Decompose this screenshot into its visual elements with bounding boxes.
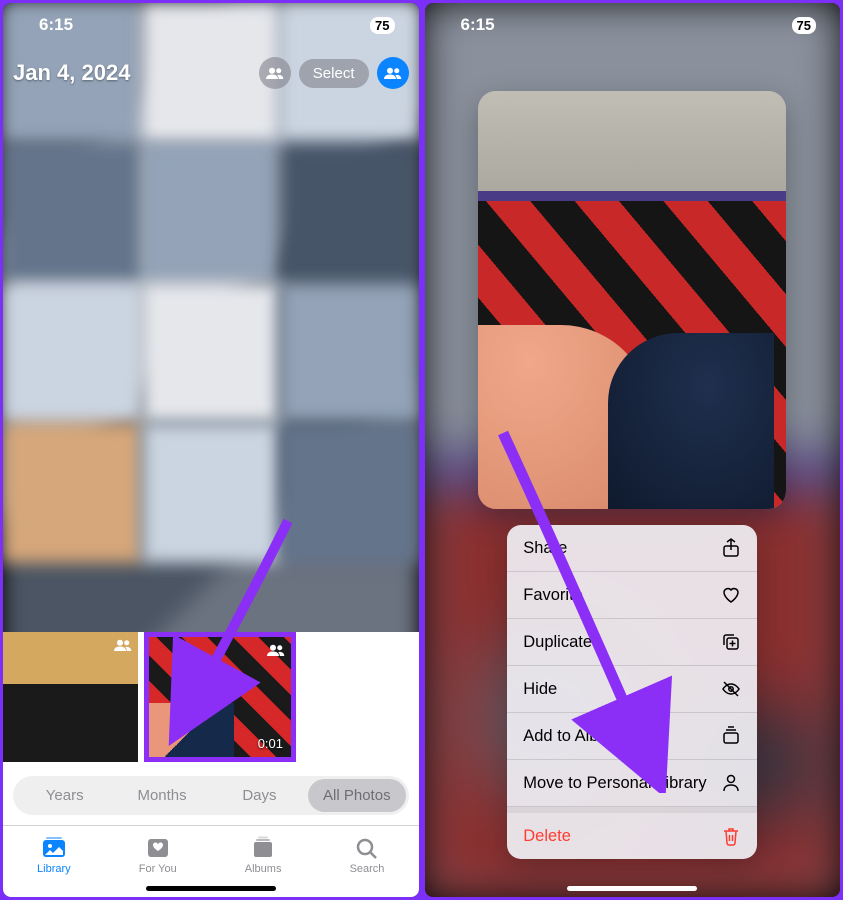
status-time: 6:15 <box>461 15 495 35</box>
context-menu: Share Favorite Duplicate Hide Add to Alb… <box>507 525 757 859</box>
status-bar: 6:15 75 <box>3 3 419 47</box>
thumbnail-video-highlighted[interactable]: 0:01 <box>144 632 296 762</box>
tab-foryou-label: For You <box>139 863 177 875</box>
menu-move-personal-library[interactable]: Move to Personal Library <box>507 760 757 807</box>
shared-icon <box>267 643 285 661</box>
shared-library-button[interactable] <box>377 57 409 89</box>
menu-delete-label: Delete <box>523 827 571 846</box>
menu-duplicate[interactable]: Duplicate <box>507 619 757 666</box>
tab-albums[interactable]: Albums <box>245 836 282 875</box>
menu-delete[interactable]: Delete <box>507 807 757 859</box>
menu-duplicate-label: Duplicate <box>523 633 592 652</box>
home-indicator[interactable] <box>146 886 276 891</box>
tab-bar: Library For You Albums Search <box>3 825 419 877</box>
menu-share-label: Share <box>523 539 567 558</box>
person-icon <box>721 773 741 793</box>
menu-add-album-label: Add to Album <box>523 727 621 746</box>
seg-months[interactable]: Months <box>113 779 210 812</box>
thumbnail-strip: 0:01 <box>3 632 419 762</box>
thumbnail-car[interactable] <box>3 632 138 762</box>
seg-days[interactable]: Days <box>211 779 308 812</box>
library-bottom: 0:01 Years Months Days All Photos Librar… <box>3 632 419 897</box>
menu-favorite[interactable]: Favorite <box>507 572 757 619</box>
phone-left: 6:15 75 Jan 4, 2024 Select <box>3 3 419 897</box>
menu-hide-label: Hide <box>523 680 557 699</box>
trash-icon <box>721 826 741 846</box>
home-indicator[interactable] <box>567 886 697 891</box>
tab-search[interactable]: Search <box>350 836 385 875</box>
heart-icon <box>721 585 741 605</box>
seg-all-photos[interactable]: All Photos <box>308 779 405 812</box>
library-header: Jan 4, 2024 Select <box>3 57 419 89</box>
select-button[interactable]: Select <box>299 59 369 88</box>
seg-years[interactable]: Years <box>16 779 113 812</box>
menu-share[interactable]: Share <box>507 525 757 572</box>
time-segmented-control: Years Months Days All Photos <box>13 776 409 815</box>
tab-search-label: Search <box>350 863 385 875</box>
menu-move-personal-label: Move to Personal Library <box>523 774 706 793</box>
shared-badge[interactable] <box>259 57 291 89</box>
battery-level: 75 <box>370 17 394 34</box>
menu-add-to-album[interactable]: Add to Album <box>507 713 757 760</box>
photo-grid[interactable] <box>3 3 419 697</box>
status-time: 6:15 <box>39 15 73 35</box>
tab-library-label: Library <box>37 863 71 875</box>
photo-preview[interactable] <box>478 91 786 509</box>
phone-right: 6:15 75 Share Favorite Duplicate H <box>425 3 841 897</box>
battery-level: 75 <box>792 17 816 34</box>
status-bar: 6:15 75 <box>425 3 841 47</box>
share-icon <box>721 538 741 558</box>
menu-favorite-label: Favorite <box>523 586 583 605</box>
album-icon <box>721 726 741 746</box>
tab-for-you[interactable]: For You <box>139 836 177 875</box>
tab-library[interactable]: Library <box>37 836 71 875</box>
date-title: Jan 4, 2024 <box>13 60 130 86</box>
eye-slash-icon <box>721 679 741 699</box>
video-duration: 0:01 <box>258 736 283 751</box>
tab-albums-label: Albums <box>245 863 282 875</box>
menu-hide[interactable]: Hide <box>507 666 757 713</box>
duplicate-icon <box>721 632 741 652</box>
shared-icon <box>114 638 132 656</box>
